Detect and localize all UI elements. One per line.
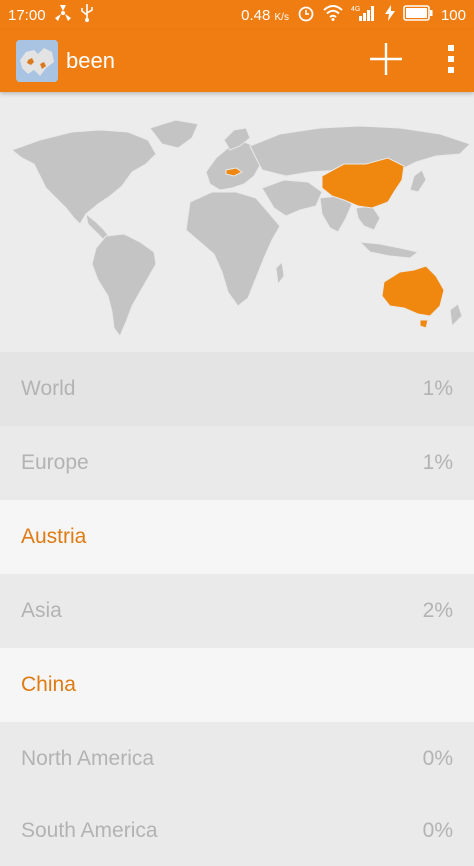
middle-east-shape bbox=[261, 179, 323, 217]
wifi-icon bbox=[323, 5, 343, 25]
list-item-label: North America bbox=[21, 747, 155, 770]
list-item-percent: 0% bbox=[422, 747, 453, 770]
south-america-shape bbox=[91, 233, 157, 337]
list-item-label: Austria bbox=[21, 525, 87, 548]
list-item-europe[interactable]: Europe 1% bbox=[0, 426, 474, 500]
africa-shape bbox=[185, 191, 281, 307]
charging-icon bbox=[384, 5, 395, 25]
list-item-label: World bbox=[21, 377, 76, 400]
list-item-label: Europe bbox=[21, 451, 89, 474]
region-list: World 1% Europe 1% Austria Asia 2% China… bbox=[0, 352, 474, 866]
world-map[interactable] bbox=[0, 92, 474, 352]
status-bar: 17:00 0.48 K/s 4G 100 bbox=[0, 0, 474, 30]
list-item-label: Asia bbox=[21, 599, 62, 622]
australia-shape bbox=[381, 265, 445, 317]
list-item-label: South America bbox=[21, 819, 158, 842]
list-item-china[interactable]: China bbox=[0, 648, 474, 722]
list-item-percent: 2% bbox=[422, 599, 453, 622]
madagascar-shape bbox=[275, 260, 285, 286]
indonesia-shape bbox=[358, 241, 420, 259]
greenland-shape bbox=[149, 119, 199, 149]
north-america-shape bbox=[10, 129, 157, 225]
battery-level: 100 bbox=[440, 6, 466, 24]
list-item-north-america[interactable]: North America 0% bbox=[0, 722, 474, 796]
plus-icon bbox=[369, 42, 403, 81]
add-button[interactable] bbox=[362, 37, 410, 85]
list-item-percent: 0% bbox=[422, 819, 453, 842]
alarm-icon bbox=[297, 4, 315, 26]
list-item-label: China bbox=[21, 673, 76, 696]
signal-icon: 4G bbox=[351, 5, 377, 25]
list-item-austria[interactable]: Austria bbox=[0, 500, 474, 574]
app-title: been bbox=[66, 48, 115, 73]
list-item-asia[interactable]: Asia 2% bbox=[0, 574, 474, 648]
list-item-world[interactable]: World 1% bbox=[0, 352, 474, 426]
app-logo bbox=[16, 40, 58, 82]
overflow-menu-button[interactable] bbox=[436, 37, 466, 85]
list-item-south-america[interactable]: South America 0% bbox=[0, 796, 474, 866]
more-vert-icon bbox=[447, 44, 455, 79]
tasmania-shape bbox=[419, 319, 429, 329]
southeast-asia-shape bbox=[355, 205, 381, 231]
fan-icon bbox=[54, 4, 72, 26]
network-speed: 0.48 K/s bbox=[241, 6, 289, 24]
battery-icon bbox=[403, 5, 433, 25]
list-item-percent: 1% bbox=[422, 377, 453, 400]
app-bar: been bbox=[0, 30, 474, 92]
svg-text:4G: 4G bbox=[351, 6, 360, 13]
new-zealand-shape bbox=[449, 303, 463, 328]
status-time: 17:00 bbox=[8, 6, 46, 24]
japan-shape bbox=[409, 169, 427, 193]
usb-icon bbox=[80, 4, 94, 26]
list-item-percent: 1% bbox=[422, 451, 453, 474]
